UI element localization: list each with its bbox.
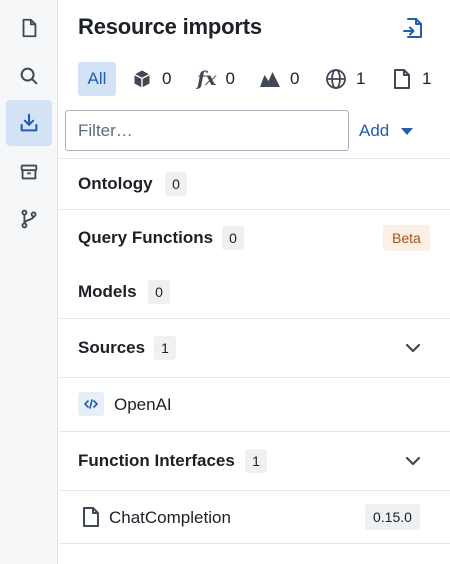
version-badge: 0.15.0: [365, 504, 420, 530]
model-icon: [259, 68, 281, 90]
rail-button-branches[interactable]: [6, 196, 52, 242]
import-icon: [20, 113, 38, 132]
filter-all-chip[interactable]: All: [78, 62, 116, 96]
filter-models-chip[interactable]: 0: [259, 62, 299, 96]
import-file-icon: [403, 18, 422, 38]
source-item-label: OpenAI: [114, 395, 172, 414]
section-query-functions-title: Query Functions: [78, 228, 214, 247]
left-nav-rail: [0, 0, 58, 564]
add-button[interactable]: Add: [359, 114, 414, 148]
section-query-functions[interactable]: Query Functions 0 Beta: [59, 212, 450, 264]
document-icon: [22, 18, 37, 38]
rail-button-imports[interactable]: [6, 100, 52, 146]
filter-functions-chip[interactable]: fx 0: [197, 62, 235, 96]
filter-functions-count: 0: [225, 69, 235, 88]
add-button-label: Add: [359, 121, 390, 140]
globe-icon: [325, 68, 347, 90]
beta-badge: Beta: [383, 225, 430, 251]
package-icon: [20, 164, 38, 180]
search-icon: [20, 67, 38, 85]
divider: [59, 543, 450, 544]
filter-models-count: 0: [290, 69, 300, 88]
caret-down-icon: [401, 127, 414, 135]
chevron-down-icon[interactable]: [404, 339, 422, 357]
filter-interfaces-count: 1: [422, 69, 432, 88]
resource-imports-panel: Resource imports All 0 fx 0 0 1 1 Filter…: [59, 0, 450, 564]
section-function-interfaces[interactable]: Function Interfaces 1: [59, 432, 450, 490]
import-file-button[interactable]: [399, 14, 427, 42]
document-icon: [391, 68, 413, 90]
section-models-count: 0: [148, 280, 170, 304]
document-icon: [78, 505, 104, 529]
interface-item-label: ChatCompletion: [109, 508, 231, 527]
filter-row: Add: [59, 110, 450, 154]
filter-ontology-count: 0: [162, 69, 172, 88]
page-title: Resource imports: [78, 14, 262, 39]
section-function-interfaces-title: Function Interfaces: [78, 451, 235, 470]
chevron-down-icon[interactable]: [404, 452, 422, 470]
resource-type-filters: All 0 fx 0 0 1 1: [59, 62, 450, 100]
code-icon: [78, 392, 104, 416]
section-function-interfaces-count: 1: [245, 449, 267, 473]
filter-input[interactable]: [65, 110, 349, 151]
cube-icon: [131, 68, 153, 90]
function-icon: fx: [197, 68, 217, 90]
filter-interfaces-chip[interactable]: 1: [391, 62, 431, 96]
section-models-title: Models: [78, 282, 137, 301]
divider: [59, 209, 450, 210]
section-sources-title: Sources: [78, 338, 146, 357]
section-sources-count: 1: [154, 336, 176, 360]
filter-sources-chip[interactable]: 1: [325, 62, 365, 96]
section-sources[interactable]: Sources 1: [59, 319, 450, 377]
rail-button-document[interactable]: [6, 5, 52, 51]
section-models[interactable]: Models 0: [59, 266, 450, 318]
section-ontology-count: 0: [165, 172, 187, 196]
filter-sources-count: 1: [356, 69, 366, 88]
filter-ontology-chip[interactable]: 0: [131, 62, 171, 96]
interface-item-chatcompletion[interactable]: ChatCompletion 0.15.0: [59, 491, 450, 543]
section-ontology[interactable]: Ontology 0: [59, 159, 450, 209]
section-query-functions-count: 0: [222, 226, 244, 250]
source-item-openai[interactable]: OpenAI: [59, 378, 450, 430]
panel-header: Resource imports: [59, 0, 450, 56]
rail-button-search[interactable]: [6, 53, 52, 99]
branch-icon: [21, 209, 37, 229]
section-ontology-title: Ontology: [78, 174, 153, 193]
rail-button-packages[interactable]: [6, 149, 52, 195]
